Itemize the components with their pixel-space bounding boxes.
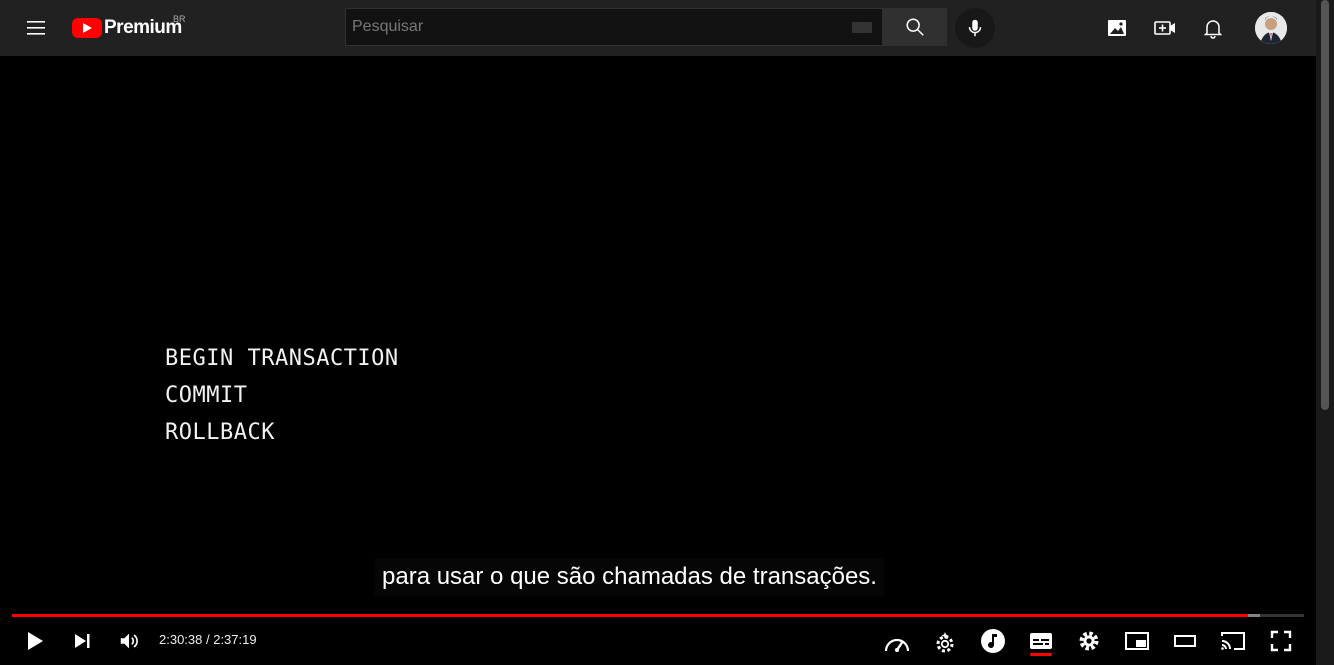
notifications-button[interactable] (1201, 16, 1225, 40)
youtube-play-logo-icon (72, 18, 102, 38)
menu-icon (27, 21, 45, 35)
settings-button[interactable] (1074, 626, 1104, 656)
theater-icon (1174, 635, 1196, 647)
music-button[interactable] (978, 626, 1008, 656)
current-time: 2:30:38 (159, 632, 203, 647)
music-note-icon (981, 629, 1005, 653)
image-icon (1108, 20, 1126, 36)
subtitles-icon (1030, 633, 1052, 649)
fullscreen-button[interactable] (1266, 626, 1296, 656)
video-player[interactable]: BEGIN TRANSACTION COMMIT ROLLBACK para u… (0, 56, 1316, 665)
scrollbar-thumb[interactable] (1321, 0, 1329, 410)
youtube-premium-logo[interactable]: Premium BR (72, 14, 186, 42)
subtitles-active-indicator (1030, 653, 1052, 656)
progress-bar[interactable] (12, 614, 1304, 617)
subtitles-button[interactable] (1026, 626, 1056, 656)
bell-icon (1203, 20, 1223, 39)
volume-icon (120, 633, 138, 649)
region-code: BR (173, 14, 186, 24)
mute-button[interactable] (114, 626, 144, 656)
search-box (345, 8, 883, 46)
gear-icon (1079, 631, 1099, 651)
miniplayer-button[interactable] (1122, 626, 1152, 656)
speedometer-icon (884, 638, 910, 652)
playback-speed-button[interactable] (882, 628, 912, 658)
slide-line: BEGIN TRANSACTION (165, 346, 399, 371)
video-frame-text: BEGIN TRANSACTION COMMIT ROLLBACK (165, 340, 399, 451)
video-plus-icon (1154, 21, 1175, 35)
create-post-button[interactable] (1105, 16, 1129, 40)
theater-mode-button[interactable] (1170, 626, 1200, 656)
create-button[interactable] (1153, 16, 1177, 40)
miniplayer-icon (1125, 632, 1149, 650)
play-button[interactable] (20, 626, 50, 656)
time-separator: / (202, 632, 214, 647)
mic-icon (968, 19, 982, 37)
fullscreen-icon (1270, 630, 1292, 652)
progress-played (12, 614, 1249, 617)
avatar[interactable] (1255, 12, 1287, 44)
keyboard-icon[interactable] (852, 22, 872, 33)
duration: 2:37:19 (213, 632, 257, 647)
cast-icon (1221, 632, 1245, 650)
guide-button[interactable] (20, 16, 52, 40)
caption-text: para usar o que são chamadas de transaçõ… (375, 558, 884, 596)
search-input[interactable] (346, 9, 848, 45)
search-icon (906, 18, 924, 36)
page-scrollbar[interactable] (1316, 0, 1334, 665)
user-avatar-icon (1255, 12, 1287, 44)
search-button[interactable] (883, 8, 947, 46)
next-icon (75, 634, 90, 648)
masthead: Premium BR (0, 0, 1316, 56)
time-display: 2:30:38 / 2:37:19 (159, 632, 257, 647)
voice-search-button[interactable] (955, 8, 995, 48)
slide-line: ROLLBACK (165, 420, 275, 445)
gear-sparkle-icon (936, 632, 954, 653)
quality-button[interactable] (930, 628, 960, 658)
cast-button[interactable] (1218, 626, 1248, 656)
logo-text: Premium (104, 17, 182, 38)
slide-line: COMMIT (165, 383, 248, 408)
next-button[interactable] (67, 626, 97, 656)
play-icon (28, 632, 43, 650)
